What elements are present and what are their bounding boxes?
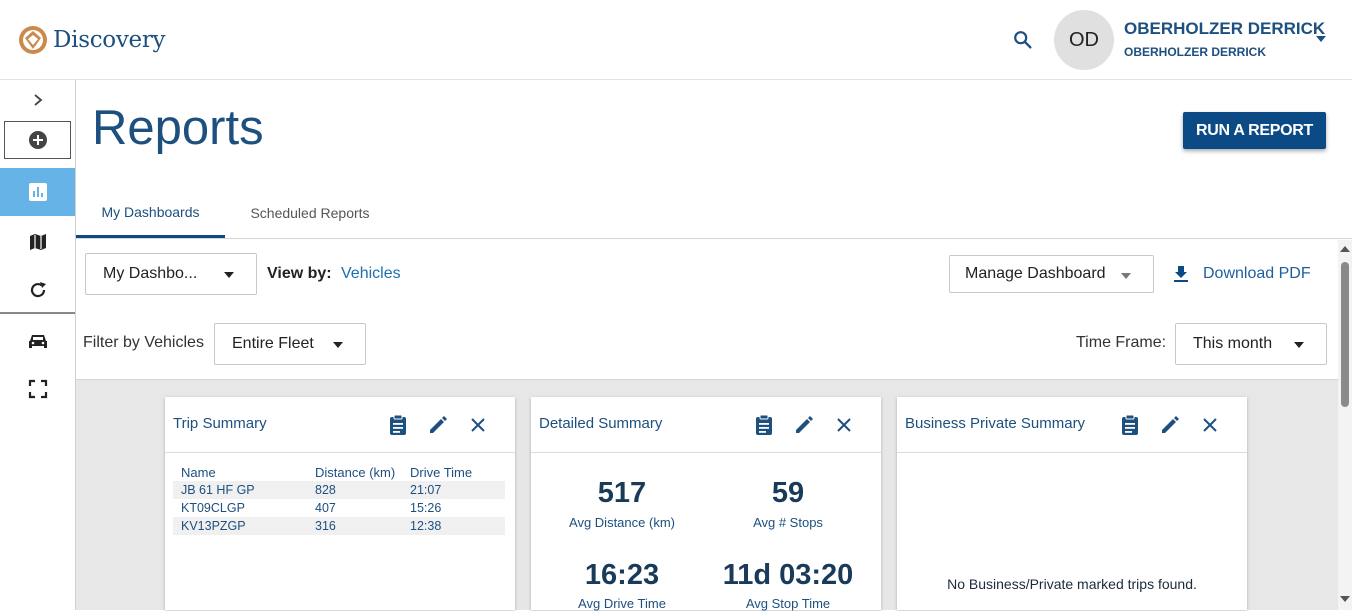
fleet-filter-select[interactable]: Entire Fleet xyxy=(214,323,366,365)
sidebar-expand-button[interactable] xyxy=(0,80,75,120)
chevron-down-icon xyxy=(333,342,343,348)
avatar[interactable]: OD xyxy=(1054,10,1114,70)
add-button[interactable] xyxy=(4,121,71,159)
stat-label: Avg Distance (km) xyxy=(569,515,675,530)
bar-chart-icon xyxy=(28,183,47,201)
card-title: Trip Summary xyxy=(173,415,267,432)
car-icon xyxy=(28,335,47,348)
download-icon[interactable] xyxy=(1172,265,1190,283)
card-title: Detailed Summary xyxy=(539,415,663,432)
refresh-icon xyxy=(30,282,46,298)
edit-pencil-icon[interactable] xyxy=(1158,413,1182,437)
discovery-logo[interactable]: Discovery xyxy=(18,25,166,55)
scrollbar-thumb[interactable] xyxy=(1341,262,1349,407)
manage-dashboard-select[interactable]: Manage Dashboard xyxy=(949,255,1154,293)
stat-label: Avg Drive Time xyxy=(578,596,666,611)
dashboard-select-value: My Dashbo... xyxy=(103,265,198,282)
fullscreen-icon xyxy=(28,379,47,399)
sidebar-item-fullscreen[interactable] xyxy=(0,366,75,412)
edit-pencil-icon[interactable] xyxy=(426,413,450,437)
stat-value: 517 xyxy=(597,477,647,509)
table-cell: 21:07 xyxy=(410,483,442,497)
table-cell: 407 xyxy=(315,501,336,515)
sidebar-item-reports[interactable] xyxy=(0,168,75,216)
tab-bar: My Dashboards Scheduled Reports xyxy=(76,188,1352,239)
timeframe-value: This month xyxy=(1193,335,1273,352)
table-cell: 828 xyxy=(315,483,336,497)
table-cell: KV13PZGP xyxy=(181,519,246,533)
chevron-down-icon xyxy=(1121,273,1131,279)
sidebar-item-refresh[interactable] xyxy=(0,267,75,313)
table-row[interactable]: JB 61 HF GP 828 21:07 xyxy=(173,481,505,499)
stat-value: 11d 03:20 xyxy=(722,559,854,591)
user-menu-caret-icon[interactable] xyxy=(1316,36,1326,42)
detailed-summary-card: Detailed Summary 517 Avg Distance (km) 5… xyxy=(531,397,881,611)
card-header: Business Private Summary xyxy=(897,397,1247,453)
business-private-summary-card: Business Private Summary No Business/Pri… xyxy=(897,397,1247,610)
view-by-label: View by: xyxy=(267,265,332,282)
chevron-down-icon xyxy=(224,272,234,278)
sidebar-divider xyxy=(0,312,75,314)
scroll-down-arrow-icon[interactable] xyxy=(1340,596,1350,602)
user-name[interactable]: OBERHOLZER DERRICK xyxy=(1124,19,1325,39)
column-header: Distance (km) xyxy=(315,464,396,480)
table-header-row: Name Distance (km) Drive Time xyxy=(173,463,505,481)
clipboard-icon[interactable] xyxy=(1118,413,1142,437)
stat-value: 16:23 xyxy=(584,559,660,591)
discovery-logo-icon xyxy=(19,26,47,54)
dashboard-select[interactable]: My Dashbo... xyxy=(85,253,257,295)
stat-label: Avg # Stops xyxy=(753,515,823,530)
clipboard-icon[interactable] xyxy=(386,413,410,437)
column-header: Name xyxy=(181,464,216,480)
view-by-value-link[interactable]: Vehicles xyxy=(341,265,401,283)
brand-name: Discovery xyxy=(53,27,166,53)
trip-summary-card: Trip Summary Name Distance (km) Drive Ti… xyxy=(165,397,515,610)
timeframe-select[interactable]: This month xyxy=(1175,323,1327,365)
sidebar-item-vehicles[interactable] xyxy=(0,319,75,365)
fleet-filter-value: Entire Fleet xyxy=(232,335,314,352)
tab-my-dashboards[interactable]: My Dashboards xyxy=(76,188,225,238)
table-cell: JB 61 HF GP xyxy=(181,483,255,497)
sidebar xyxy=(0,80,76,610)
close-icon[interactable] xyxy=(1198,413,1222,437)
clipboard-icon[interactable] xyxy=(752,413,776,437)
table-cell: 15:26 xyxy=(410,501,442,515)
scroll-up-arrow-icon[interactable] xyxy=(1340,246,1350,252)
stat-value: 59 xyxy=(771,477,805,509)
stat-label: Avg Stop Time xyxy=(745,596,831,611)
card-header: Detailed Summary xyxy=(531,397,881,453)
page-title: Reports xyxy=(92,101,264,155)
close-icon[interactable] xyxy=(832,413,856,437)
filter-label: Filter by Vehicles xyxy=(83,334,204,351)
map-icon xyxy=(29,234,46,250)
card-header: Trip Summary xyxy=(165,397,515,453)
tab-scheduled-reports[interactable]: Scheduled Reports xyxy=(236,188,384,238)
close-icon[interactable] xyxy=(466,413,490,437)
chevron-down-icon xyxy=(1294,342,1304,348)
column-header: Drive Time xyxy=(410,464,473,480)
trip-summary-table: Name Distance (km) Drive Time JB 61 HF G… xyxy=(173,463,505,535)
edit-pencil-icon[interactable] xyxy=(792,413,816,437)
top-header: Discovery OD OBERHOLZER DERRICK OBERHOLZ… xyxy=(0,0,1352,80)
download-pdf-link[interactable]: Download PDF xyxy=(1203,265,1311,283)
sidebar-item-map[interactable] xyxy=(0,219,75,265)
add-circle-icon xyxy=(28,131,47,149)
empty-state-message: No Business/Private marked trips found. xyxy=(947,576,1197,592)
table-row[interactable]: KT09CLGP 407 15:26 xyxy=(173,499,505,517)
search-icon[interactable] xyxy=(1012,29,1034,51)
table-cell: KT09CLGP xyxy=(181,501,245,515)
table-cell: 316 xyxy=(315,519,336,533)
chevron-right-icon xyxy=(33,94,42,106)
timeframe-label: Time Frame: xyxy=(1076,334,1167,351)
user-account-name: OBERHOLZER DERRICK xyxy=(1124,45,1267,59)
table-cell: 12:38 xyxy=(410,519,442,533)
manage-dashboard-label: Manage Dashboard xyxy=(965,265,1106,282)
run-report-button[interactable]: RUN A REPORT xyxy=(1183,112,1326,149)
card-title: Business Private Summary xyxy=(905,415,1086,432)
table-row[interactable]: KV13PZGP 316 12:38 xyxy=(173,517,505,535)
